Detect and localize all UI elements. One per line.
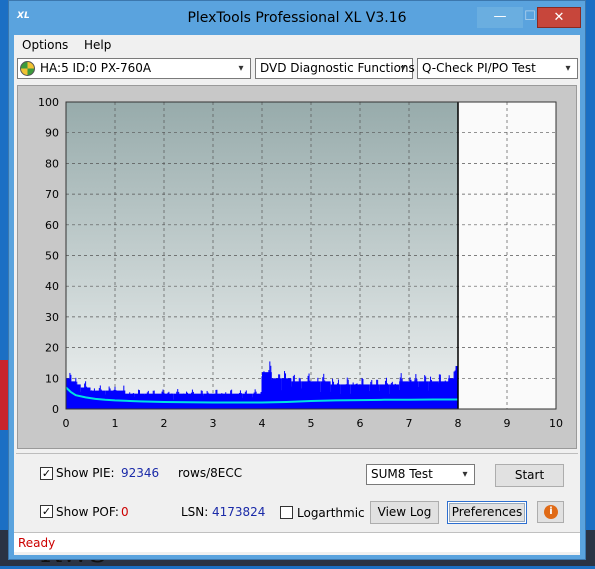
y-tick-label: 100: [38, 96, 59, 109]
function-select[interactable]: DVD Diagnostic Functions ▾: [255, 58, 415, 79]
sum-test-value: SUM8 Test: [371, 467, 433, 481]
logarithmic-label: Logarthmic: [297, 506, 365, 520]
chevron-down-icon: ▾: [462, 469, 468, 480]
y-tick-label: 0: [52, 403, 59, 416]
separator: [16, 453, 578, 454]
y-tick-label: 80: [45, 157, 59, 170]
x-tick-label: 3: [210, 417, 217, 430]
x-tick-label: 1: [112, 417, 119, 430]
client-area: Options Help HA:5 ID:0 PX-760A ▾ DVD Dia…: [14, 35, 580, 555]
y-tick-label: 20: [45, 342, 59, 355]
lsn-label: LSN:: [181, 505, 209, 519]
info-button[interactable]: i: [537, 501, 564, 523]
show-pof-label: Show POF:: [56, 505, 119, 519]
title-bar[interactable]: XL PlexTools Professional XL V3.16 — ☐ ✕: [9, 1, 585, 35]
show-pof-checkbox[interactable]: ✓: [40, 505, 53, 518]
x-tick-label: 2: [161, 417, 168, 430]
pie-chart-panel: 0 10 20 30 40 50 60 70 80 90 100 0 1 2 3 4 5 6 7 8 9 10: [17, 85, 577, 449]
y-tick-label: 10: [45, 372, 59, 385]
function-select-value: DVD Diagnostic Functions: [260, 61, 415, 75]
info-icon: i: [544, 505, 558, 519]
sum-test-select[interactable]: SUM8 Test ▾: [366, 464, 475, 485]
pie-unit: rows/8ECC: [178, 466, 243, 480]
y-tick-label: 40: [45, 280, 59, 293]
logarithmic-checkbox[interactable]: [280, 506, 293, 519]
y-tick-label: 60: [45, 219, 59, 232]
y-tick-label: 90: [45, 127, 59, 140]
app-window: XL PlexTools Professional XL V3.16 — ☐ ✕…: [8, 0, 586, 560]
x-tick-label: 6: [357, 417, 364, 430]
drive-icon: [20, 61, 35, 76]
drive-select-value: HA:5 ID:0 PX-760A: [40, 61, 152, 75]
x-tick-label: 8: [455, 417, 462, 430]
y-tick-label: 50: [45, 250, 59, 263]
chevron-down-icon: ▾: [238, 63, 244, 74]
menu-help[interactable]: Help: [84, 38, 111, 52]
x-tick-label: 9: [504, 417, 511, 430]
status-bar: Ready: [14, 532, 580, 552]
start-button[interactable]: Start: [495, 464, 564, 487]
pie-chart: 0 10 20 30 40 50 60 70 80 90 100 0 1 2 3 4 5 6 7 8 9 10: [38, 96, 563, 430]
x-tick-label: 5: [308, 417, 315, 430]
status-text: Ready: [18, 536, 56, 550]
close-button[interactable]: ✕: [537, 7, 581, 28]
x-tick-label: 10: [549, 417, 563, 430]
drive-select[interactable]: HA:5 ID:0 PX-760A ▾: [17, 58, 251, 79]
pie-value: 92346: [121, 466, 160, 480]
chevron-down-icon: ▾: [565, 63, 571, 74]
chevron-down-icon: ▾: [400, 63, 406, 74]
test-select-value: Q-Check PI/PO Test: [422, 61, 536, 75]
show-pie-label: Show PIE:: [56, 466, 115, 480]
preferences-button[interactable]: Preferences: [447, 501, 527, 524]
lsn-value: 4173824: [212, 505, 266, 519]
x-tick-label: 0: [63, 417, 70, 430]
menu-bar: Options Help: [14, 35, 580, 55]
y-tick-label: 70: [45, 188, 59, 201]
x-tick-label: 4: [259, 417, 266, 430]
pof-value: 0: [121, 505, 129, 519]
show-pie-checkbox[interactable]: ✓: [40, 467, 53, 480]
y-tick-label: 30: [45, 311, 59, 324]
view-log-button[interactable]: View Log: [370, 501, 439, 524]
x-tick-label: 7: [406, 417, 413, 430]
menu-options[interactable]: Options: [22, 38, 68, 52]
test-select[interactable]: Q-Check PI/PO Test ▾: [417, 58, 578, 79]
